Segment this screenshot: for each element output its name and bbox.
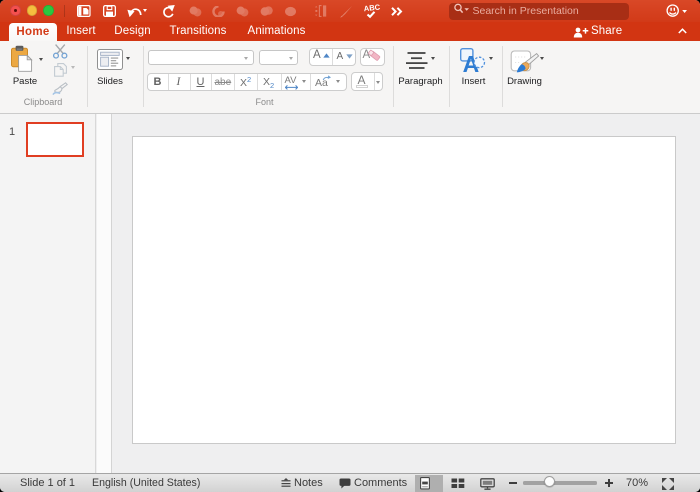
svg-text:ABC: ABC <box>363 3 380 13</box>
